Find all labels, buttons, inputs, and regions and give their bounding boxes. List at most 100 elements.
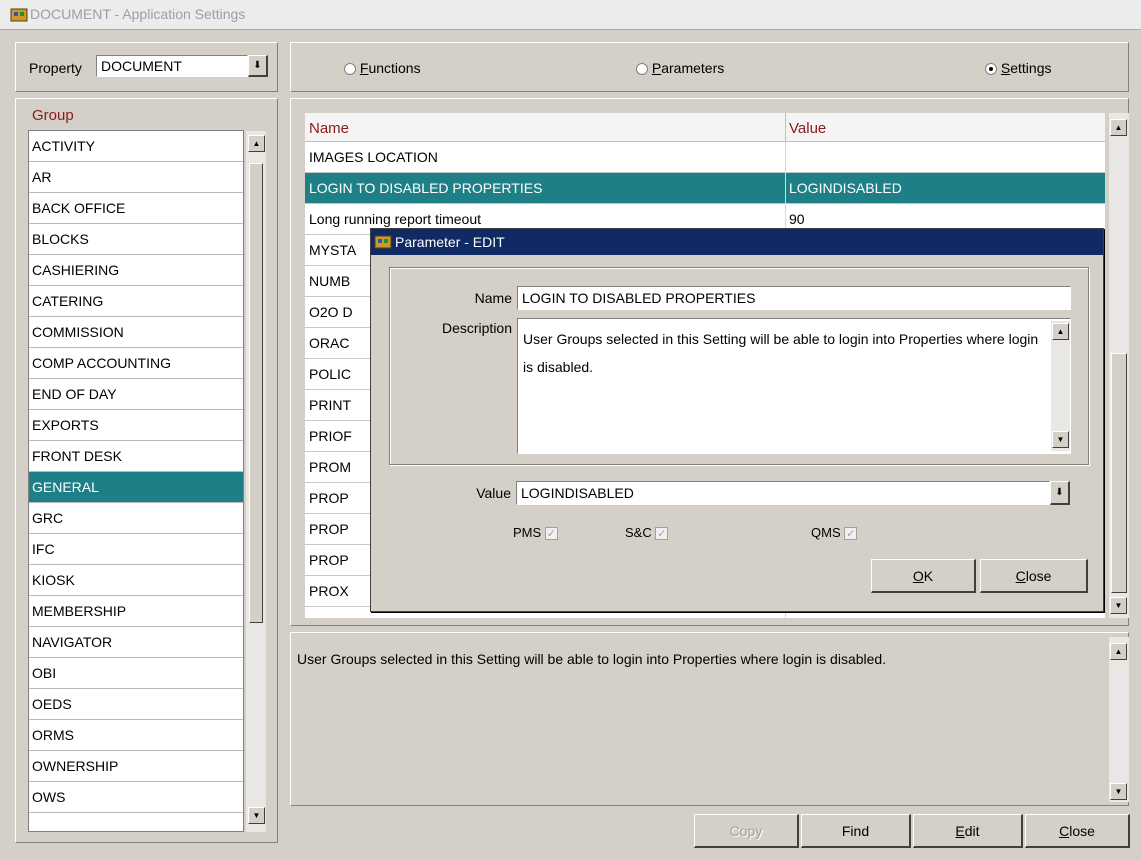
description-textarea[interactable]: User Groups selected in this Setting wil…	[517, 318, 1071, 454]
scroll-up-icon[interactable]: ▲	[1110, 643, 1127, 660]
group-list-item[interactable]: OEDS	[29, 689, 243, 720]
scroll-thumb[interactable]	[249, 163, 263, 623]
close-button[interactable]: Close	[1025, 814, 1130, 848]
scroll-down-icon[interactable]: ▼	[1052, 431, 1069, 448]
cell-name: NUMB	[309, 273, 351, 289]
cell-name: Long running report timeout	[309, 211, 481, 227]
scroll-up-icon[interactable]: ▲	[248, 135, 265, 152]
parameters-radio[interactable]: Parameters	[636, 60, 724, 76]
grid-header-row: Name Value	[305, 113, 1105, 142]
group-list-item[interactable]: OWS	[29, 782, 243, 813]
column-header-name[interactable]: Name	[309, 120, 349, 137]
dialog-details-frame: Name LOGIN TO DISABLED PROPERTIES Descri…	[389, 267, 1089, 465]
group-list-item[interactable]: CATERING	[29, 286, 243, 317]
group-panel: Group ACTIVITY AR BACK OFFICE BLOCKS CASHIER…	[15, 98, 278, 843]
cell-name: ORAC	[309, 335, 350, 351]
description-panel: User Groups selected in this Setting wil…	[290, 632, 1129, 806]
cell-name: PROM	[309, 459, 351, 475]
group-list-item[interactable]: MEMBERSHIP	[29, 596, 243, 627]
radio-icon	[636, 63, 648, 76]
scroll-thumb[interactable]	[1111, 353, 1127, 593]
dialog-title: Parameter - EDIT	[395, 234, 505, 250]
cell-name: PROP	[309, 521, 349, 537]
group-list-item[interactable]: ORMS	[29, 720, 243, 751]
cell-name: PRIOF	[309, 428, 352, 444]
group-scrollbar[interactable]: ▲ ▼	[246, 131, 266, 832]
window-titlebar: DOCUMENT - Application Settings	[0, 0, 1141, 30]
dialog-titlebar[interactable]: Parameter - EDIT	[371, 229, 1103, 255]
edit-button[interactable]: Edit	[913, 814, 1023, 848]
description-text: User Groups selected in this Setting wil…	[297, 651, 887, 667]
property-dropdown-button[interactable]: ⬇︎	[248, 55, 268, 77]
cell-value: LOGINDISABLED	[789, 180, 902, 196]
scroll-up-icon[interactable]: ▲	[1052, 323, 1069, 340]
group-list-item[interactable]: OBI	[29, 658, 243, 689]
dialog-ok-button[interactable]: OK	[871, 559, 976, 593]
group-list-item[interactable]: NAVIGATOR	[29, 627, 243, 658]
dialog-close-button[interactable]: Close	[980, 559, 1088, 593]
cell-name: PRINT	[309, 397, 351, 413]
property-input[interactable]: DOCUMENT	[96, 55, 248, 77]
scroll-down-icon[interactable]: ▼	[1110, 783, 1127, 800]
radio-selected-icon	[985, 63, 997, 76]
table-row[interactable]: IMAGES LOCATION	[305, 142, 1105, 173]
group-list-item[interactable]: IFC	[29, 534, 243, 565]
dropdown-arrow-icon: ⬇︎	[1055, 487, 1064, 498]
group-list-item[interactable]: GENERAL	[29, 472, 243, 503]
group-list-item[interactable]: CASHIERING	[29, 255, 243, 286]
copy-button[interactable]: Copy	[694, 814, 799, 848]
settings-radio[interactable]: Settings	[985, 60, 1051, 76]
table-row[interactable]: LOGIN TO DISABLED PROPERTIES LOGINDISABLE…	[305, 173, 1105, 204]
window-title: DOCUMENT - Application Settings	[30, 6, 246, 22]
sc-checkbox[interactable]: S&C ✓	[625, 525, 669, 541]
value-dropdown-button[interactable]: ⬇︎	[1050, 481, 1070, 505]
description-label: Description	[441, 320, 512, 336]
checkbox-checked-icon: ✓	[544, 527, 558, 541]
cell-name: LOGIN TO DISABLED PROPERTIES	[309, 180, 543, 196]
cell-name: O2O D	[309, 304, 353, 320]
name-input[interactable]: LOGIN TO DISABLED PROPERTIES	[517, 286, 1071, 310]
app-icon	[374, 235, 392, 249]
group-list-item[interactable]: EXPORTS	[29, 410, 243, 441]
value-input[interactable]: LOGINDISABLED	[516, 481, 1050, 505]
functions-radio[interactable]: Functions	[344, 60, 421, 76]
cell-name: PROP	[309, 552, 349, 568]
group-list-item[interactable]: GRC	[29, 503, 243, 534]
group-list-item[interactable]: BLOCKS	[29, 224, 243, 255]
cell-name: POLIC	[309, 366, 352, 382]
cell-name: MYSTA	[309, 242, 357, 258]
group-list-item[interactable]: COMP ACCOUNTING	[29, 348, 243, 379]
dropdown-arrow-icon: ⬇︎	[253, 60, 262, 71]
name-label: Name	[474, 290, 512, 306]
scroll-down-icon[interactable]: ▼	[1110, 597, 1127, 614]
qms-checkbox[interactable]: QMS ✓	[811, 525, 858, 541]
cell-name: IMAGES LOCATION	[309, 149, 438, 165]
radio-icon	[344, 63, 356, 76]
cell-name: PROX	[309, 583, 349, 599]
cell-name: PROP	[309, 490, 349, 506]
group-list-item[interactable]: END OF DAY	[29, 379, 243, 410]
group-list[interactable]: ACTIVITY AR BACK OFFICE BLOCKS CASHIERING CAT…	[28, 130, 244, 832]
group-list-item[interactable]: BACK OFFICE	[29, 193, 243, 224]
pms-checkbox[interactable]: PMS ✓	[513, 525, 558, 541]
description-scrollbar[interactable]: ▲ ▼	[1109, 637, 1129, 802]
app-icon	[10, 8, 28, 22]
column-header-value[interactable]: Value	[789, 120, 826, 137]
group-list-item[interactable]: OWNERSHIP	[29, 751, 243, 782]
group-list-item[interactable]: ACTIVITY	[29, 131, 243, 162]
scroll-down-icon[interactable]: ▼	[248, 807, 265, 824]
scroll-up-icon[interactable]: ▲	[1110, 119, 1127, 136]
find-button[interactable]: Find	[801, 814, 911, 848]
description-textarea-text: User Groups selected in this Setting wil…	[523, 331, 1039, 375]
cell-value: 90	[789, 211, 805, 227]
group-list-item[interactable]: AR	[29, 162, 243, 193]
group-list-item[interactable]: COMMISSION	[29, 317, 243, 348]
group-list-item[interactable]: KIOSK	[29, 565, 243, 596]
group-list-item[interactable]: FRONT DESK	[29, 441, 243, 472]
checkbox-checked-icon: ✓	[655, 527, 669, 541]
grid-scrollbar[interactable]: ▲ ▼	[1109, 113, 1129, 618]
textarea-scrollbar[interactable]: ▲ ▼	[1051, 321, 1070, 451]
property-panel: Property DOCUMENT ⬇︎	[15, 42, 278, 92]
value-label: Value	[476, 485, 511, 501]
parameter-edit-dialog: Parameter - EDIT Name LOGIN TO DISABLED …	[370, 228, 1104, 612]
